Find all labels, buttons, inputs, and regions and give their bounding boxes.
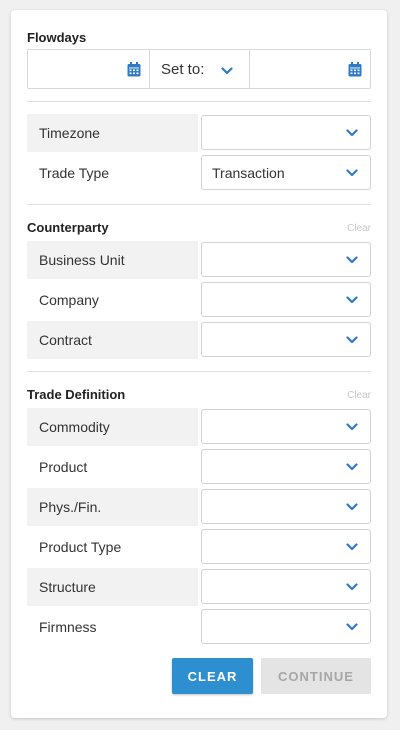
chevron-down-icon xyxy=(346,502,358,510)
divider xyxy=(27,371,371,372)
chevron-down-icon xyxy=(346,335,358,343)
calendar-icon[interactable] xyxy=(348,62,362,77)
product-label: Product xyxy=(39,459,88,475)
phys-fin-select[interactable] xyxy=(201,489,371,524)
business-unit-select[interactable] xyxy=(201,242,371,277)
firmness-row: Firmness xyxy=(27,608,371,646)
chevron-down-icon xyxy=(346,128,358,136)
chevron-down-icon xyxy=(346,462,358,470)
chevron-down-icon xyxy=(346,168,358,176)
product-select[interactable] xyxy=(201,449,371,484)
start-date-input[interactable] xyxy=(28,50,150,88)
structure-row: Structure xyxy=(27,568,371,606)
flowdays-date-range: Set to: xyxy=(27,49,371,89)
timezone-row: Timezone xyxy=(27,114,371,152)
company-select[interactable] xyxy=(201,282,371,317)
structure-select[interactable] xyxy=(201,569,371,604)
continue-button[interactable]: CONTINUE xyxy=(261,658,371,694)
chevron-down-icon xyxy=(346,622,358,630)
commodity-select[interactable] xyxy=(201,409,371,444)
end-date-input[interactable] xyxy=(250,50,370,88)
calendar-icon[interactable] xyxy=(127,62,141,77)
counterparty-title: Counterparty xyxy=(27,220,109,235)
set-to-select[interactable]: Set to: xyxy=(150,50,250,88)
trade-type-label: Trade Type xyxy=(39,165,110,181)
counterparty-clear-link[interactable]: Clear xyxy=(347,223,371,234)
divider xyxy=(27,204,371,205)
trade-type-select[interactable]: Transaction xyxy=(201,155,371,190)
divider xyxy=(27,101,371,102)
clear-button[interactable]: CLEAR xyxy=(172,658,253,694)
trade-definition-clear-link[interactable]: Clear xyxy=(347,390,371,401)
trade-definition-title: Trade Definition xyxy=(27,387,126,402)
firmness-select[interactable] xyxy=(201,609,371,644)
chevron-down-icon xyxy=(346,422,358,430)
phys-fin-label: Phys./Fin. xyxy=(27,488,198,526)
product-type-select[interactable] xyxy=(201,529,371,564)
flowdays-title: Flowdays xyxy=(27,30,87,45)
trade-type-value: Transaction xyxy=(212,164,285,181)
timezone-label: Timezone xyxy=(27,114,198,152)
business-unit-label: Business Unit xyxy=(27,241,198,279)
chevron-down-icon xyxy=(346,542,358,550)
commodity-label: Commodity xyxy=(27,408,198,446)
contract-label: Contract xyxy=(27,321,198,359)
commodity-row: Commodity xyxy=(27,408,371,446)
product-type-label: Product Type xyxy=(39,539,122,555)
contract-row: Contract xyxy=(27,321,371,359)
chevron-down-icon xyxy=(346,295,358,303)
structure-label: Structure xyxy=(27,568,198,606)
chevron-down-icon xyxy=(346,255,358,263)
timezone-select[interactable] xyxy=(201,115,371,150)
phys-fin-row: Phys./Fin. xyxy=(27,488,371,526)
chevron-down-icon xyxy=(221,67,233,75)
product-row: Product xyxy=(27,448,371,486)
chevron-down-icon xyxy=(346,582,358,590)
filter-panel: Flowdays Set to: Timezone Trade Type Tra… xyxy=(11,10,387,718)
company-row: Company xyxy=(27,281,371,319)
business-unit-row: Business Unit xyxy=(27,241,371,279)
product-type-row: Product Type xyxy=(27,528,371,566)
trade-type-row: Trade Type Transaction xyxy=(27,154,371,192)
contract-select[interactable] xyxy=(201,322,371,357)
company-label: Company xyxy=(39,292,99,308)
firmness-label: Firmness xyxy=(39,619,97,635)
set-to-label: Set to: xyxy=(161,60,205,78)
